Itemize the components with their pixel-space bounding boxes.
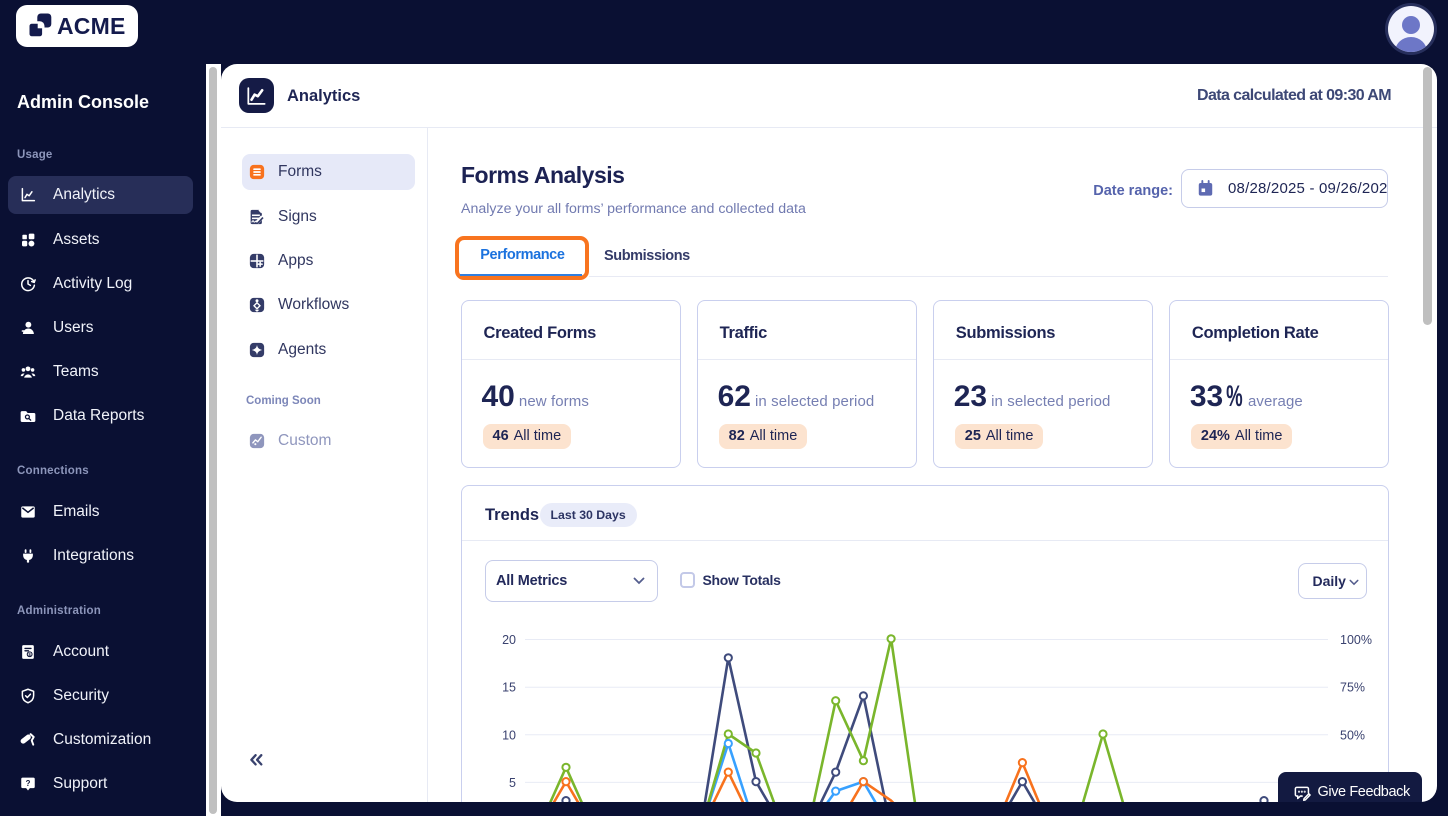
svg-text:20: 20 <box>502 633 516 647</box>
svg-text:?: ? <box>26 779 31 788</box>
svg-text:75%: 75% <box>1340 681 1365 695</box>
svg-text:10: 10 <box>502 728 516 742</box>
svg-text:50%: 50% <box>1340 728 1365 742</box>
svg-text:100%: 100% <box>1340 633 1372 647</box>
svg-text:15: 15 <box>502 681 516 695</box>
svg-text:5: 5 <box>509 776 516 790</box>
